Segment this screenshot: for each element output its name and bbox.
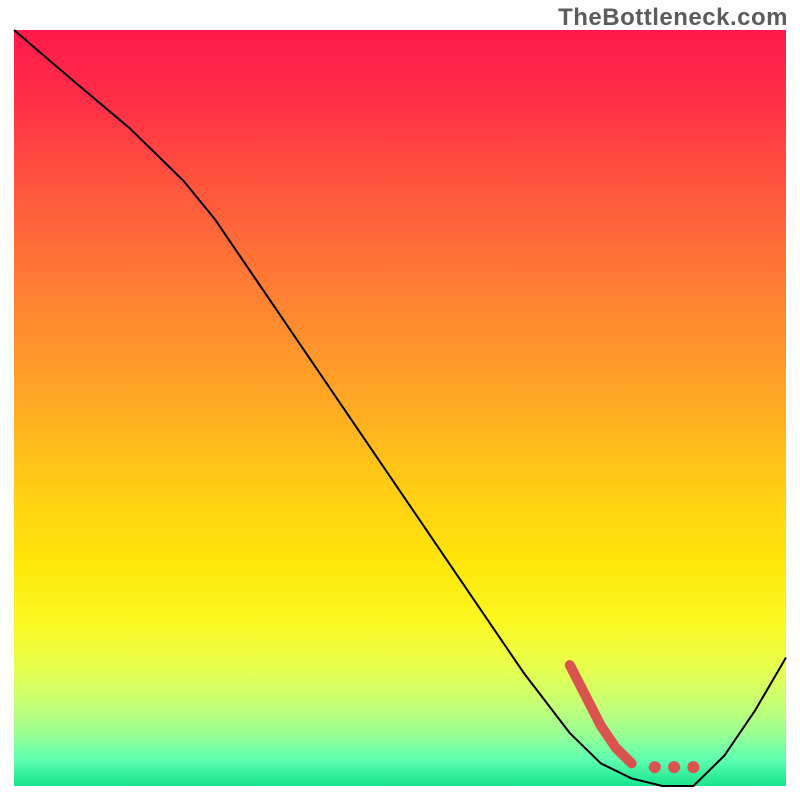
chart-container: TheBottleneck.com [0, 0, 800, 800]
chart-plot-background [14, 30, 786, 786]
point-highlight-dots [687, 761, 699, 773]
point-highlight-dots [668, 761, 680, 773]
watermark-text: TheBottleneck.com [558, 4, 788, 32]
point-highlight-dots [649, 761, 661, 773]
chart-svg [0, 0, 800, 800]
